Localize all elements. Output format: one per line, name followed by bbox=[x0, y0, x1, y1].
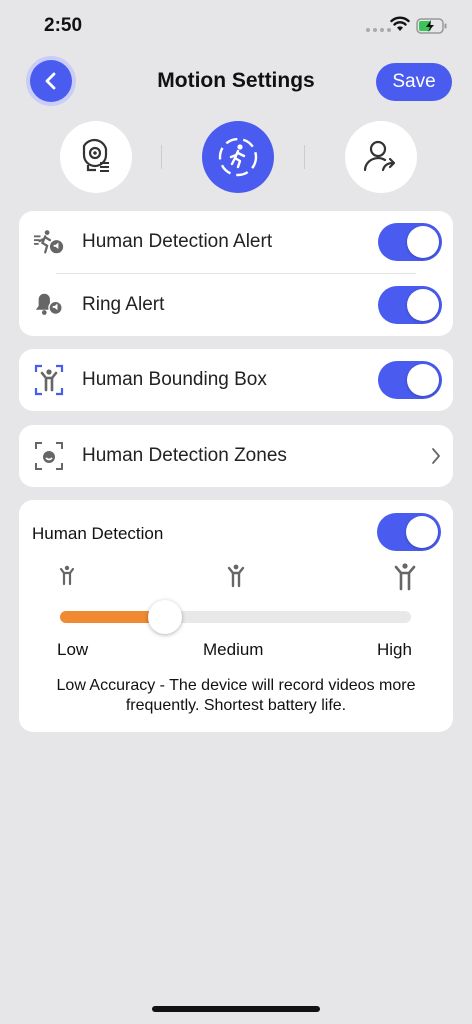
signal-icon bbox=[366, 28, 391, 32]
status-time: 2:50 bbox=[44, 15, 83, 36]
human-detection-toggle[interactable] bbox=[377, 513, 441, 551]
camera-list-icon bbox=[82, 138, 109, 172]
tab-share[interactable] bbox=[345, 121, 417, 193]
home-indicator[interactable] bbox=[152, 1006, 320, 1012]
tab-divider bbox=[304, 145, 305, 169]
human-detection-alert-label: Human Detection Alert bbox=[82, 231, 273, 252]
human-detection-zones-label: Human Detection Zones bbox=[82, 445, 287, 466]
bounding-box-card: Human Bounding Box bbox=[19, 349, 453, 411]
ring-alert-toggle[interactable] bbox=[378, 286, 442, 324]
human-bounding-box-toggle[interactable] bbox=[378, 361, 442, 399]
ring-alert-row: Ring Alert bbox=[19, 274, 453, 336]
sensitivity-description: Low Accuracy - The device will record vi… bbox=[56, 677, 416, 714]
level-label-medium: Medium bbox=[203, 640, 264, 659]
medium-person-icon bbox=[227, 564, 245, 588]
status-bar: 2:50 bbox=[0, 0, 472, 52]
running-person-alert-icon bbox=[33, 226, 65, 258]
sensitivity-slider-thumb[interactable] bbox=[148, 600, 182, 634]
bell-sound-icon bbox=[33, 289, 65, 321]
small-person-icon bbox=[59, 565, 75, 586]
motion-person-icon bbox=[218, 137, 258, 177]
human-detection-alert-toggle[interactable] bbox=[378, 223, 442, 261]
tab-camera-settings[interactable] bbox=[60, 121, 132, 193]
ring-alert-label: Ring Alert bbox=[82, 294, 165, 315]
sensitivity-slider-track[interactable] bbox=[60, 600, 411, 634]
save-button[interactable]: Save bbox=[376, 63, 452, 101]
tab-motion-settings[interactable] bbox=[202, 121, 274, 193]
chevron-right-icon bbox=[432, 448, 440, 464]
human-detection-title: Human Detection bbox=[32, 524, 164, 543]
human-bounding-box-label: Human Bounding Box bbox=[82, 369, 267, 390]
zone-face-icon bbox=[33, 440, 65, 472]
battery-charging-icon bbox=[416, 18, 447, 34]
human-detection-card: Human Detection Low Medium High Low Accu… bbox=[19, 500, 453, 732]
wifi-icon bbox=[390, 16, 410, 31]
level-label-high: High bbox=[377, 640, 412, 659]
person-share-icon bbox=[363, 140, 396, 172]
alerts-card: Human Detection Alert Ring Alert bbox=[19, 211, 453, 336]
large-person-icon bbox=[394, 563, 416, 591]
human-bounding-box-row: Human Bounding Box bbox=[19, 349, 453, 411]
human-detection-zones-row[interactable]: Human Detection Zones bbox=[19, 425, 453, 487]
level-label-low: Low bbox=[57, 640, 89, 659]
person-frame-icon bbox=[33, 364, 65, 396]
tab-divider bbox=[161, 145, 162, 169]
detection-zones-card[interactable]: Human Detection Zones bbox=[19, 425, 453, 487]
human-detection-alert-row: Human Detection Alert bbox=[19, 211, 453, 273]
